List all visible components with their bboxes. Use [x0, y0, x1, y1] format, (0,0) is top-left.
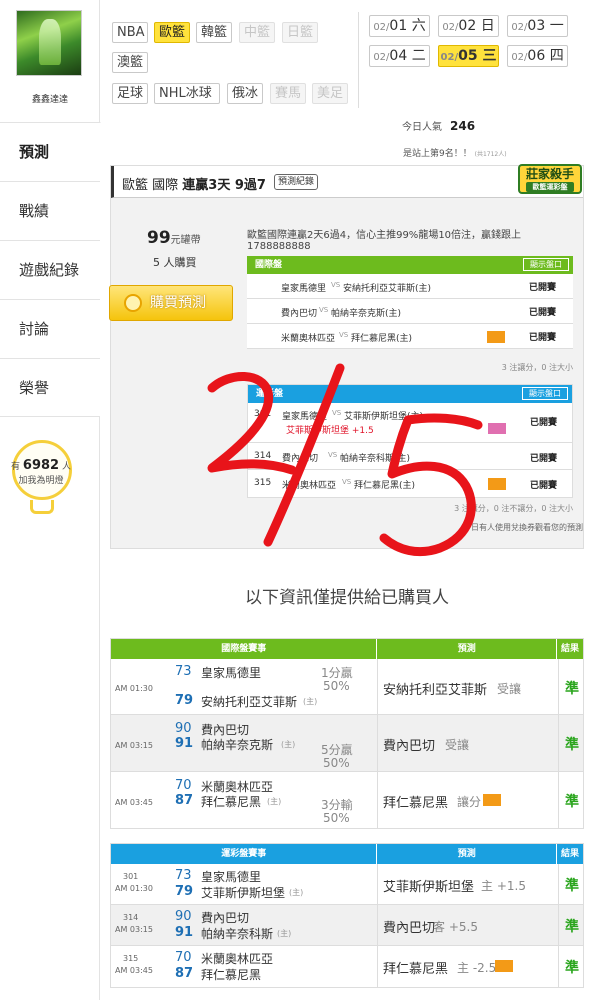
result-badge: 準	[565, 794, 579, 810]
sidebar-item-discuss[interactable]: 討論	[0, 299, 100, 358]
record-button[interactable]: 預測紀錄	[274, 174, 319, 190]
league-china: 中籃	[239, 22, 275, 43]
handicap-tag-icon	[495, 960, 513, 972]
left-sidebar: 鑫鑫達達 預測 戰績 遊戲紀錄 討論 榮譽 有 6982 人 加我為明燈	[0, 0, 101, 1000]
vs-icon: VS	[319, 306, 329, 314]
vs-icon: VS	[342, 478, 352, 486]
card-note: 歐籃國際連贏2天6過4，信心主推99%龍場10倍注，贏錢跟上1788888888	[247, 230, 522, 252]
handicap-tag-icon	[487, 331, 505, 343]
handicap-tag-icon	[483, 794, 501, 806]
table-row: 315 AM 03:45 70 米蘭奧林匹亞 87 拜仁慕尼黑 拜仁慕尼黑主 -…	[111, 946, 583, 987]
league-japan: 日籃	[282, 22, 318, 43]
league-korea[interactable]: 韓籃	[196, 22, 232, 43]
show-odds-button[interactable]: 顯示盤口	[522, 387, 568, 400]
league-russia-hockey[interactable]: 俄冰	[227, 83, 263, 104]
result-badge: 準	[565, 960, 579, 976]
result-badge: 準	[565, 919, 579, 935]
card-header: 歐籃 國際 連贏3天 9過7 預測紀錄 莊家殺手 歐籃運彩盤	[111, 164, 583, 198]
lottery-results-header: 運彩盤賽事 預測 結果	[111, 844, 583, 864]
table-row: AM 03:15 90 費內巴切 91 帕納辛奈克斯 (主) 5分贏 50% 費內…	[111, 715, 583, 772]
pick-tag-icon	[488, 423, 506, 434]
price: 99元罐帶	[147, 228, 201, 248]
league-soccer[interactable]: 足球	[112, 83, 148, 104]
sidebar-item-game-log[interactable]: 遊戲紀錄	[0, 240, 100, 299]
divider	[358, 12, 359, 108]
intl-results-header: 國際盤賽事 預測 結果	[111, 639, 583, 659]
date-0204[interactable]: 02/04 二	[369, 45, 430, 67]
date-0205[interactable]: 02/05 三	[438, 45, 499, 67]
league-horse: 賽馬	[270, 83, 306, 104]
league-euro[interactable]: 歐籃	[154, 22, 190, 43]
result-badge: 準	[565, 737, 579, 753]
fans-note: 加我為明燈	[18, 476, 64, 486]
table-row: AM 01:30 73 皇家馬德里 79 安納托利亞艾菲斯 (主) 1分贏 50%…	[111, 659, 583, 715]
lottery-table: 運彩盤 顯示盤口 301 皇家馬德里 VS 艾菲斯伊斯坦堡(主) 艾菲斯伊斯坦堡 +…	[247, 384, 573, 498]
lottery-row: 301 皇家馬德里 VS 艾菲斯伊斯坦堡(主) 艾菲斯伊斯坦堡 +1.5 已開賽	[248, 403, 572, 443]
sidebar-item-honor[interactable]: 榮譽	[0, 358, 100, 417]
league-nfl: 美足	[312, 83, 348, 104]
intl-table: 國際盤 顯示盤口 皇家馬德里 VS 安納托利亞艾菲斯(主) 已開賽 費內巴切 VS 帕納…	[247, 256, 573, 349]
date-0201[interactable]: 02/01 六	[369, 15, 430, 37]
sidebar-item-predict[interactable]: 預測	[0, 122, 101, 181]
intl-row: 皇家馬德里 VS 安納托利亞艾菲斯(主) 已開賽	[247, 274, 573, 299]
vs-icon: VS	[331, 281, 341, 289]
buyer-count: 5 人購買	[153, 256, 197, 269]
vs-icon: VS	[328, 451, 338, 459]
buyers-only-note: 以下資訊僅提供給已購買人	[245, 588, 449, 608]
show-odds-button[interactable]: 顯示盤口	[523, 258, 569, 271]
sidebar-item-record[interactable]: 戰績	[0, 181, 100, 240]
lottery-summary: 3 注讓分，0 注不讓分，0 注大小	[454, 504, 573, 513]
vs-icon: VS	[332, 409, 342, 417]
fans-count: 有 6982 人	[11, 458, 71, 473]
table-row: AM 03:45 70 米蘭奧林匹亞 87 拜仁慕尼黑 (主) 3分輸 50% 拜…	[111, 772, 583, 828]
intl-table-header: 國際盤 顯示盤口	[247, 256, 573, 274]
intl-summary: 3 注讓分，0 注大小	[501, 363, 573, 372]
intl-results-table: 國際盤賽事 預測 結果 AM 01:30 73 皇家馬德里 79 安納托利亞艾菲…	[110, 638, 584, 829]
table-row: 314 AM 03:15 90 費內巴切 91 帕納辛奈科斯 (主) 費內巴切客 …	[111, 905, 583, 946]
card-title: 歐籃 國際 連贏3天 9過7	[122, 178, 266, 193]
prediction-card: 歐籃 國際 連贏3天 9過7 預測紀錄 莊家殺手 歐籃運彩盤 99元罐帶 5 人購…	[109, 164, 584, 549]
date-0202[interactable]: 02/02 日	[438, 15, 499, 37]
date-0206[interactable]: 02/06 四	[507, 45, 568, 67]
popularity: 今日人氣 246	[402, 119, 476, 133]
date-0203[interactable]: 02/03 一	[507, 15, 568, 37]
result-badge: 準	[565, 681, 579, 697]
league-nba[interactable]: NBA	[112, 22, 148, 43]
table-row: 301 AM 01:30 73 皇家馬德里 79 艾菲斯伊斯坦堡 (主) 艾菲斯伊…	[111, 864, 583, 905]
lottery-footer: 今日有人使用兌換券觀看您的預測	[463, 523, 583, 532]
league-nhl[interactable]: NHL冰球	[154, 83, 220, 104]
lottery-row: 314 費內巴切 VS 帕納辛奈科斯(主) 已開賽	[248, 443, 572, 470]
handicap-tag-icon	[488, 478, 506, 490]
rank-text: 是站上第9名！！ (共1712人)	[403, 149, 507, 159]
lottery-row: 315 米蘭奧林匹亞 VS 拜仁慕尼黑(主) 已開賽	[254, 478, 558, 491]
coin-icon	[124, 294, 142, 312]
username: 鑫鑫達達	[31, 95, 68, 105]
avatar[interactable]	[16, 10, 82, 76]
dealer-killer-badge: 莊家殺手 歐籃運彩盤	[518, 164, 582, 194]
league-aus[interactable]: 澳籃	[112, 52, 148, 73]
lottery-table-header: 運彩盤 顯示盤口	[248, 385, 572, 403]
vs-icon: VS	[339, 331, 349, 339]
intl-row: 費內巴切 VS 帕納辛奈克斯(主) 已開賽	[247, 299, 573, 324]
lottery-results-table: 運彩盤賽事 預測 結果 301 AM 01:30 73 皇家馬德里 79 艾菲斯…	[110, 843, 584, 988]
intl-row: 米蘭奧林匹亞 VS 拜仁慕尼黑(主) 已開賽	[247, 324, 573, 349]
result-badge: 準	[565, 878, 579, 894]
